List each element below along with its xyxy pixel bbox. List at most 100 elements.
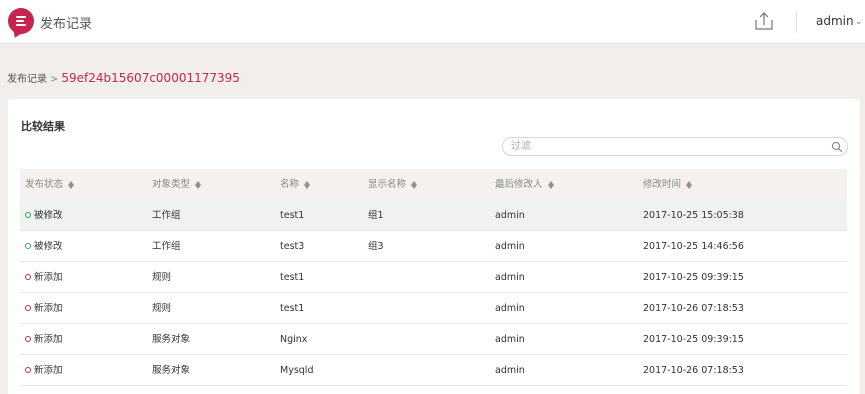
- name-cell-text: Mysqld: [280, 365, 314, 376]
- modifier-cell: admin: [495, 262, 525, 293]
- name-cell-text: test3: [280, 241, 305, 252]
- display-name-cell: 组3: [368, 231, 384, 262]
- status-cell: 被修改: [25, 231, 63, 262]
- status-cell-text: 新添加: [34, 334, 63, 345]
- breadcrumb: 发布记录 >59ef24b15607c00001177395: [7, 70, 240, 85]
- modifier-cell-text: admin: [495, 272, 525, 283]
- table-body: 被修改 工作组 test1 组1 admin 2017-10-25 15:05:38 被修改…: [20, 200, 847, 386]
- column-header[interactable]: 修改时间: [643, 169, 693, 200]
- column-header[interactable]: 名称: [280, 169, 311, 200]
- type-cell-text: 服务对象: [152, 365, 191, 376]
- type-cell: 工作组: [152, 200, 181, 231]
- time-cell-text: 2017-10-25 14:46:56: [643, 241, 744, 252]
- modifier-cell-text: admin: [495, 210, 525, 221]
- column-header-label: 修改时间: [643, 179, 682, 190]
- modifier-cell: admin: [495, 355, 525, 386]
- name-cell-text: test1: [280, 272, 305, 283]
- name-cell: Mysqld: [280, 355, 313, 386]
- status-cell-text: 新添加: [34, 303, 63, 314]
- time-cell-text: 2017-10-26 07:18:53: [643, 365, 744, 376]
- type-cell: 规则: [152, 262, 171, 293]
- compare-table: 发布状态 对象类型 名称 显示名称 最后修改人 修改时间 被修改 工作组 test1 组1 adm…: [20, 169, 847, 386]
- status-cell: 新添加: [25, 262, 63, 293]
- sort-diamond-icon[interactable]: [195, 180, 202, 189]
- column-header-label: 名称: [280, 179, 300, 190]
- status-dot-icon: [25, 304, 31, 311]
- breadcrumb-current: 59ef24b15607c00001177395: [61, 71, 240, 85]
- status-cell: 新添加: [25, 355, 63, 386]
- modifier-cell-text: admin: [495, 334, 525, 345]
- display-name-cell-text: 组3: [368, 241, 384, 252]
- menu-bubble-icon[interactable]: [8, 8, 34, 34]
- time-cell: 2017-10-25 09:39:15: [643, 262, 744, 293]
- table-row[interactable]: 新添加 规则 test1 admin 2017-10-25 09:39:15: [20, 262, 847, 293]
- time-cell: 2017-10-26 07:18:53: [643, 293, 744, 324]
- time-cell: 2017-10-25 09:39:15: [643, 324, 744, 355]
- name-cell: test1: [280, 262, 304, 293]
- status-dot-icon: [25, 211, 31, 218]
- filter-input[interactable]: [511, 140, 821, 153]
- modifier-cell: admin: [495, 231, 525, 262]
- display-name-cell-text: 组1: [368, 210, 384, 221]
- sort-diamond-icon[interactable]: [304, 180, 311, 189]
- name-cell: test1: [280, 200, 304, 231]
- status-dot-icon: [25, 242, 31, 249]
- breadcrumb-separator: >: [50, 74, 59, 85]
- status-cell-text: 新添加: [34, 365, 63, 376]
- status-dot-icon: [25, 335, 31, 342]
- breadcrumb-parent[interactable]: 发布记录: [7, 74, 47, 85]
- status-dot-icon: [25, 273, 31, 280]
- type-cell: 规则: [152, 293, 171, 324]
- type-cell-text: 服务对象: [152, 334, 191, 345]
- column-header-label: 对象类型: [152, 179, 191, 190]
- name-cell: test3: [280, 231, 304, 262]
- column-header[interactable]: 最后修改人: [495, 169, 554, 200]
- column-header[interactable]: 对象类型: [152, 169, 202, 200]
- type-cell: 服务对象: [152, 355, 190, 386]
- type-cell-text: 规则: [152, 303, 172, 314]
- app-title: 发布记录: [40, 17, 93, 32]
- panel-title: 比较结果: [21, 120, 65, 133]
- modifier-cell-text: admin: [495, 365, 525, 376]
- name-cell-text: test1: [280, 303, 305, 314]
- column-header[interactable]: 显示名称: [368, 169, 418, 200]
- sort-diamond-icon[interactable]: [686, 180, 693, 189]
- top-bar: 发布记录 admin ⌄: [0, 0, 865, 44]
- table-row[interactable]: 被修改 工作组 test1 组1 admin 2017-10-25 15:05:38: [20, 200, 847, 231]
- modifier-cell: admin: [495, 324, 525, 355]
- status-cell: 新添加: [25, 324, 63, 355]
- compare-panel: 比较结果 发布状态对象类型名称显示名称最后修改人修改时间 被修改工作组test1…: [8, 99, 860, 394]
- type-cell: 服务对象: [152, 324, 190, 355]
- name-cell-text: Nginx: [280, 334, 308, 345]
- user-menu[interactable]: admin: [816, 14, 854, 28]
- time-cell-text: 2017-10-25 09:39:15: [643, 272, 744, 283]
- sort-diamond-icon[interactable]: [68, 180, 75, 189]
- type-cell-text: 工作组: [152, 241, 181, 252]
- search-icon[interactable]: [831, 141, 843, 153]
- table-row[interactable]: 新添加 规则 test1 admin 2017-10-26 07:18:53: [20, 293, 847, 324]
- upload-icon[interactable]: [754, 11, 774, 31]
- modifier-cell: admin: [495, 200, 525, 231]
- sort-diamond-icon[interactable]: [547, 180, 554, 189]
- time-cell-text: 2017-10-25 09:39:15: [643, 334, 744, 345]
- column-header-label: 发布状态: [25, 179, 64, 190]
- time-cell-text: 2017-10-26 07:18:53: [643, 303, 744, 314]
- type-cell: 工作组: [152, 231, 181, 262]
- chevron-down-icon[interactable]: ⌄: [855, 17, 863, 27]
- filter-box[interactable]: [502, 137, 848, 156]
- sort-diamond-icon[interactable]: [411, 180, 418, 189]
- status-cell: 被修改: [25, 200, 63, 231]
- table-row[interactable]: 被修改 工作组 test3 组3 admin 2017-10-25 14:46:56: [20, 231, 847, 262]
- status-dot-icon: [25, 366, 31, 373]
- column-header-label: 最后修改人: [495, 179, 543, 190]
- divider: [796, 11, 797, 33]
- name-cell: Nginx: [280, 324, 307, 355]
- table-row[interactable]: 新添加 服务对象 Nginx admin 2017-10-25 09:39:15: [20, 324, 847, 355]
- type-cell-text: 工作组: [152, 210, 181, 221]
- column-header[interactable]: 发布状态: [25, 169, 75, 200]
- status-cell: 新添加: [25, 293, 63, 324]
- table-row[interactable]: 新添加 服务对象 Mysqld admin 2017-10-26 07:18:53: [20, 355, 847, 386]
- status-cell-text: 被修改: [34, 241, 63, 252]
- modifier-cell-text: admin: [495, 303, 525, 314]
- table-header: 发布状态 对象类型 名称 显示名称 最后修改人 修改时间: [20, 169, 847, 200]
